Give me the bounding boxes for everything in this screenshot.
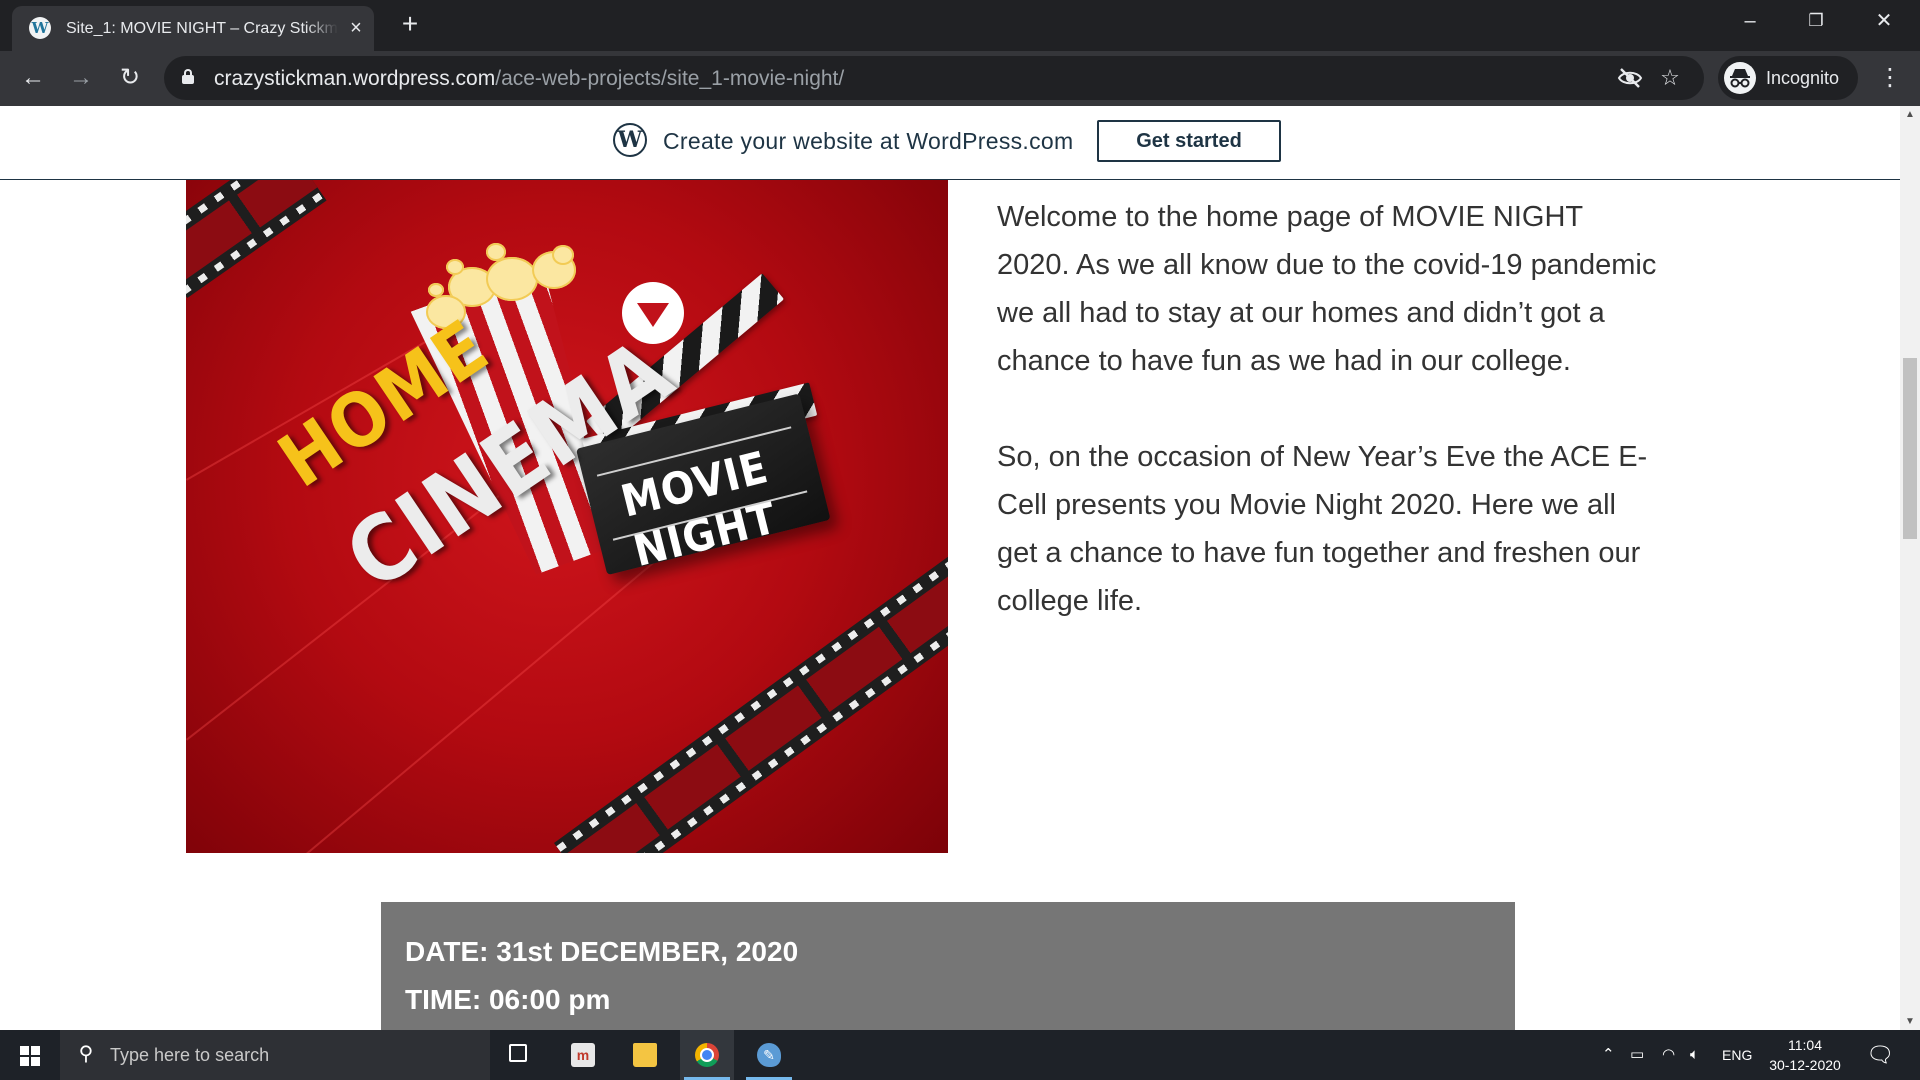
- popcorn-kernel: [446, 259, 464, 275]
- search-placeholder: Type here to search: [110, 1045, 270, 1065]
- taskbar-clock[interactable]: 11:04 30-12-2020: [1762, 1035, 1848, 1075]
- tab-strip: W Site_1: MOVIE NIGHT – Crazy Stickman ×…: [0, 0, 1920, 51]
- intro-paragraph-2: So, on the occasion of New Year’s Eve th…: [997, 441, 1648, 617]
- reload-icon[interactable]: ↻: [112, 60, 148, 96]
- tab-close-icon[interactable]: ×: [344, 16, 368, 40]
- event-info-box: DATE: 31st DECEMBER, 2020 TIME: 06:00 pm: [381, 902, 1515, 1030]
- clock-time: 11:04: [1788, 1037, 1822, 1053]
- battery-icon[interactable]: ▭: [1630, 1045, 1644, 1065]
- lock-icon[interactable]: [182, 69, 194, 84]
- scroll-down-icon[interactable]: ▼: [1900, 1013, 1920, 1030]
- wordpress-logo-icon[interactable]: W: [613, 123, 647, 157]
- incognito-indicator[interactable]: Incognito: [1718, 56, 1858, 100]
- event-time: TIME: 06:00 pm: [405, 984, 611, 1015]
- language-indicator[interactable]: ENG: [1722, 1045, 1752, 1065]
- incognito-label: Incognito: [1766, 68, 1840, 88]
- movie-night-poster: MOVIE NIGHT HOME CINEMA: [186, 179, 948, 853]
- wifi-icon[interactable]: ◠: [1662, 1045, 1675, 1065]
- url-text[interactable]: crazystickman.wordpress.com/ace-web-proj…: [214, 67, 844, 91]
- taskbar-search[interactable]: ⚲ Type here to search: [60, 1030, 490, 1080]
- browser-toolbar: ← → ↻ crazystickman.wordpress.com/ace-we…: [0, 51, 1920, 106]
- wordpress-icon: W: [29, 17, 51, 39]
- new-tab-icon[interactable]: +: [396, 10, 424, 38]
- get-started-button[interactable]: Get started: [1097, 120, 1281, 162]
- popcorn-kernel: [552, 245, 574, 265]
- address-bar[interactable]: crazystickman.wordpress.com/ace-web-proj…: [164, 56, 1704, 100]
- window-close-icon[interactable]: ✕: [1856, 0, 1912, 44]
- chrome-icon[interactable]: [680, 1030, 734, 1080]
- intro-text: Welcome to the home page of MOVIE NIGHT …: [997, 193, 1657, 673]
- page-viewport: W Create your website at WordPress.com G…: [0, 106, 1900, 1030]
- app-icon[interactable]: m: [556, 1030, 610, 1080]
- notification-icon[interactable]: 🗨︎: [1866, 1042, 1894, 1068]
- popcorn-kernel: [486, 243, 506, 261]
- browser-menu-icon[interactable]: ⋮: [1872, 60, 1908, 96]
- event-date: DATE: 31st DECEMBER, 2020: [405, 936, 799, 967]
- eye-off-icon[interactable]: [1616, 64, 1644, 92]
- popcorn-kernel: [486, 257, 538, 301]
- intro-paragraph-1: Welcome to the home page of MOVIE NIGHT …: [997, 201, 1657, 377]
- file-explorer-icon[interactable]: [618, 1030, 672, 1080]
- search-icon: ⚲: [78, 1043, 94, 1065]
- url-host: crazystickman.wordpress.com: [214, 67, 496, 90]
- clapper-label: MOVIE NIGHT: [616, 442, 783, 578]
- wordpress-banner: W Create your website at WordPress.com G…: [0, 106, 1900, 180]
- film-strip-top: [186, 179, 327, 298]
- show-hidden-icons-icon[interactable]: ⌃: [1602, 1045, 1615, 1065]
- volume-icon[interactable]: 🔈︎: [1690, 1045, 1699, 1065]
- taskbar: ⚲ Type here to search m ✎ ⌃ ▭ ◠ 🔈︎ ENG 1…: [0, 1030, 1920, 1080]
- scrollbar-thumb[interactable]: [1903, 358, 1917, 539]
- popcorn-kernel: [428, 283, 444, 297]
- task-view-icon[interactable]: [493, 1030, 547, 1080]
- back-icon[interactable]: ←: [15, 60, 51, 96]
- browser-tab[interactable]: W Site_1: MOVIE NIGHT – Crazy Stickman ×: [12, 6, 374, 51]
- paint-icon[interactable]: ✎: [742, 1030, 796, 1080]
- clock-date: 30-12-2020: [1769, 1057, 1841, 1073]
- url-path: /ace-web-projects/site_1-movie-night/: [495, 67, 845, 90]
- wordpress-banner-text[interactable]: Create your website at WordPress.com: [663, 127, 1073, 155]
- restore-icon[interactable]: ❐: [1788, 0, 1844, 44]
- page-scrollbar[interactable]: ▲ ▼: [1900, 106, 1920, 1030]
- incognito-icon: [1724, 62, 1756, 94]
- windows-start-icon[interactable]: [0, 1030, 60, 1080]
- star-icon[interactable]: ☆: [1656, 64, 1684, 92]
- forward-icon[interactable]: →: [63, 60, 99, 96]
- scroll-up-icon[interactable]: ▲: [1900, 106, 1920, 123]
- minimize-icon[interactable]: –: [1722, 0, 1778, 44]
- tab-title: Site_1: MOVIE NIGHT – Crazy Stickman: [66, 20, 338, 37]
